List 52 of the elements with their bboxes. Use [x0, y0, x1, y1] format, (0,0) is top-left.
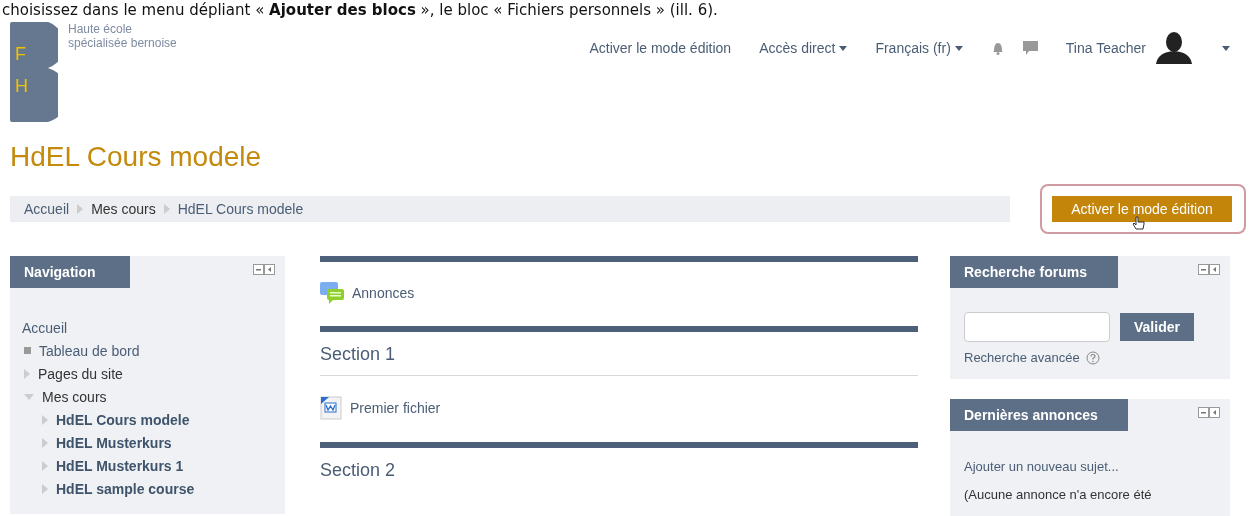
collapsed-arrow-icon[interactable]: [42, 437, 48, 448]
add-topic-link[interactable]: Ajouter un nouveau sujet...: [964, 459, 1119, 474]
nav-tree-item[interactable]: HdEL Cours modele: [56, 411, 190, 428]
block-controls-icon[interactable]: [1198, 407, 1220, 418]
caret-icon: [1222, 45, 1230, 51]
block-controls-icon[interactable]: [253, 264, 275, 275]
collapsed-arrow-icon[interactable]: [42, 483, 48, 494]
chat-bubbles-icon: [320, 282, 344, 304]
document-icon: [320, 396, 342, 420]
collapsed-arrow-icon[interactable]: [24, 368, 30, 379]
help-icon[interactable]: [1085, 350, 1100, 365]
block-title: Navigation: [10, 256, 130, 288]
hand-cursor-icon: [1132, 216, 1146, 232]
collapsed-arrow-icon[interactable]: [42, 460, 48, 471]
section-title: Section 2: [320, 459, 397, 482]
logo-letter: H: [15, 76, 28, 96]
square-bullet-icon: [24, 347, 31, 354]
nav-tree-item[interactable]: HdEL Musterkurs 1: [56, 457, 184, 474]
block-title: Recherche forums: [950, 256, 1118, 288]
chat-icon[interactable]: [1022, 41, 1038, 55]
nav-tree-item[interactable]: Mes cours: [42, 388, 107, 405]
section-title: Section 1: [320, 332, 918, 376]
breadcrumb-link[interactable]: Mes cours: [91, 201, 156, 217]
nav-link[interactable]: Accès direct: [759, 40, 848, 56]
activity-link[interactable]: Annonces: [352, 285, 415, 301]
block-controls-icon[interactable]: [1198, 264, 1220, 275]
activity-link[interactable]: Premier fichier: [350, 400, 441, 416]
nav-tree-item[interactable]: HdEL Musterkurs: [56, 434, 172, 451]
logo-letter: F: [15, 44, 26, 64]
institution-name: Haute école: [68, 22, 134, 36]
nav-tree-item[interactable]: HdEL sample course: [56, 480, 195, 497]
collapsed-arrow-icon[interactable]: [42, 414, 48, 425]
expanded-arrow-icon[interactable]: [24, 393, 34, 400]
submit-button[interactable]: Valider: [1120, 313, 1194, 341]
nav-link[interactable]: Français (fr): [875, 40, 963, 56]
breadcrumb-separator-icon: [163, 204, 170, 214]
nav-tree-item[interactable]: Accueil: [22, 319, 68, 336]
advanced-search-link[interactable]: Recherche avancée: [964, 350, 1080, 365]
page-title: HdEL Cours modele: [10, 140, 263, 174]
block-title: Dernières annonces: [950, 399, 1128, 431]
breadcrumb-link[interactable]: Accueil: [24, 201, 70, 217]
search-field[interactable]: [964, 312, 1110, 342]
news-note: (Aucune annonce n'a encore été: [963, 486, 1153, 502]
instruction-text: choisissez dans le menu dépliant « Ajouter des blocs », le bloc « Fichiers personnels » (ill. 6).: [1, 0, 719, 20]
nav-tree-item[interactable]: Tableau de bord: [39, 342, 140, 359]
breadcrumb-separator-icon: [77, 204, 84, 214]
avatar-icon[interactable]: [1154, 32, 1194, 64]
breadcrumb-link[interactable]: HdEL Cours modele: [177, 201, 304, 217]
nav-link[interactable]: Activer le mode édition: [589, 40, 732, 56]
user-name[interactable]: Tina Teacher: [1065, 40, 1146, 56]
institution-name: spécialisée bernoise: [68, 36, 177, 50]
nav-tree-item[interactable]: Pages du site: [38, 365, 123, 382]
